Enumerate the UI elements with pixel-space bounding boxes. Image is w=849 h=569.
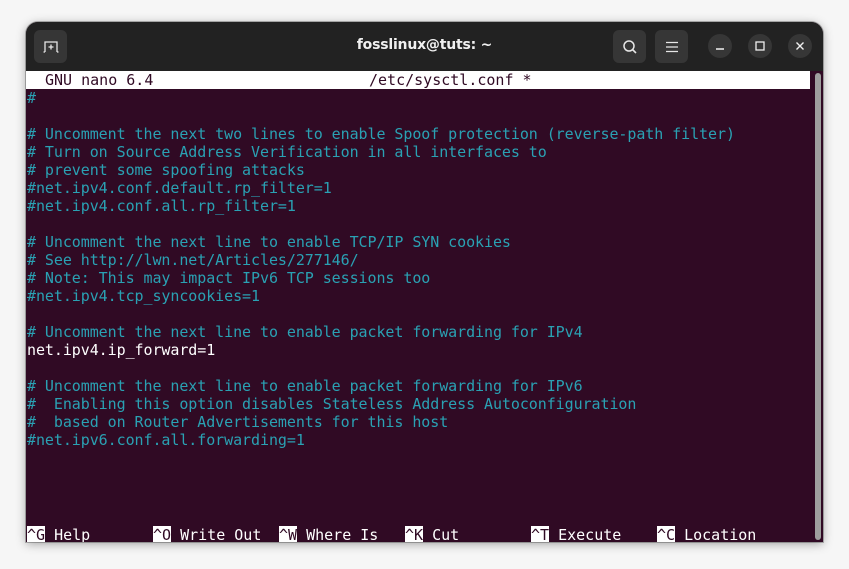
nano-header-bar: GNU nano 6.4 /etc/sysctl.conf * [26, 71, 810, 89]
shortcut-label: Location [684, 526, 757, 542]
file-line[interactable]: # Uncomment the next two lines to enable… [27, 125, 735, 143]
file-line[interactable]: # [27, 89, 36, 107]
file-line[interactable]: #net.ipv6.conf.all.forwarding=1 [27, 431, 305, 449]
file-line[interactable]: #net.ipv4.tcp_syncookies=1 [27, 287, 260, 305]
shortcut-gap [45, 526, 54, 542]
shortcut-item[interactable]: ^G Help [27, 526, 90, 542]
file-line[interactable]: # prevent some spoofing attacks [27, 161, 305, 179]
file-line[interactable]: # Enabling this option disables Stateles… [27, 395, 636, 413]
file-line[interactable]: # based on Router Advertisements for thi… [27, 413, 448, 431]
search-icon [622, 39, 637, 54]
nano-version: GNU nano 6.4 [45, 71, 154, 89]
shortcut-gap [675, 526, 684, 542]
file-line[interactable]: net.ipv4.ip_forward=1 [27, 341, 215, 359]
shortcut-item[interactable]: ^O Write Out [153, 526, 261, 542]
shortcut-label: Where Is [306, 526, 379, 542]
shortcut-item[interactable]: ^C Location [657, 526, 756, 542]
shortcut-key: ^T [531, 526, 550, 542]
shortcut-item[interactable]: ^W Where Is [279, 526, 378, 542]
terminal-window: fosslinux@tuts: ~ GNU nano 6.4 /etc/sysc… [26, 22, 823, 542]
maximize-icon [755, 41, 765, 51]
minimize-button[interactable] [708, 34, 732, 58]
search-button[interactable] [613, 30, 646, 63]
shortcut-label: Execute [558, 526, 622, 542]
menu-button[interactable] [655, 30, 688, 63]
shortcut-gap [171, 526, 180, 542]
file-line[interactable]: #net.ipv4.conf.default.rp_filter=1 [27, 179, 332, 197]
file-line[interactable]: # Uncomment the next line to enable pack… [27, 377, 583, 395]
minimize-icon [716, 48, 724, 50]
file-line[interactable]: # Uncomment the next line to enable pack… [27, 323, 583, 341]
scrollbar[interactable] [813, 71, 823, 542]
shortcut-gap [297, 526, 306, 542]
maximize-button[interactable] [748, 34, 772, 58]
shortcut-item[interactable]: ^K Cut [405, 526, 459, 542]
shortcut-key: ^C [657, 526, 676, 542]
file-line[interactable]: # Turn on Source Address Verification in… [27, 143, 547, 161]
shortcut-label: Cut [432, 526, 460, 542]
shortcut-key: ^K [405, 526, 424, 542]
window-title: fosslinux@tuts: ~ [356, 37, 493, 53]
shortcut-gap [423, 526, 432, 542]
file-line[interactable]: #net.ipv4.conf.all.rp_filter=1 [27, 197, 296, 215]
shortcut-item[interactable]: ^T Execute [531, 526, 621, 542]
title-bar: fosslinux@tuts: ~ [26, 22, 823, 71]
close-icon [796, 42, 804, 50]
shortcut-key: ^W [279, 526, 298, 542]
shortcut-label: Write Out [180, 526, 262, 542]
close-button[interactable] [788, 34, 812, 58]
shortcut-gap [549, 526, 558, 542]
nano-editor[interactable]: GNU nano 6.4 /etc/sysctl.conf * # # Uncom… [26, 71, 811, 542]
shortcut-key: ^O [153, 526, 172, 542]
scrollbar-thumb[interactable] [815, 73, 821, 540]
file-line[interactable]: # See http://lwn.net/Articles/277146/ [27, 251, 359, 269]
shortcut-label: Help [54, 526, 91, 542]
file-line[interactable]: # Note: This may impact IPv6 TCP session… [27, 269, 430, 287]
file-line[interactable]: # Uncomment the next line to enable TCP/… [27, 233, 511, 251]
shortcut-key: ^G [27, 526, 46, 542]
hamburger-menu-icon [665, 41, 678, 52]
file-name: /etc/sysctl.conf * [369, 71, 532, 89]
